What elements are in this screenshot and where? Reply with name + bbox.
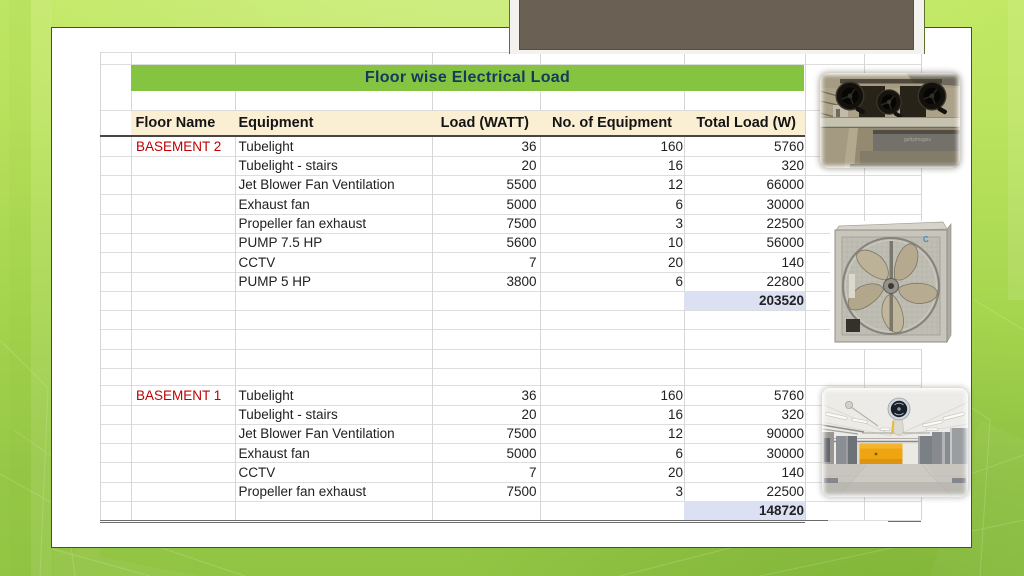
svg-text:C: C <box>923 235 929 244</box>
svg-text:gettyimages: gettyimages <box>904 137 931 143</box>
